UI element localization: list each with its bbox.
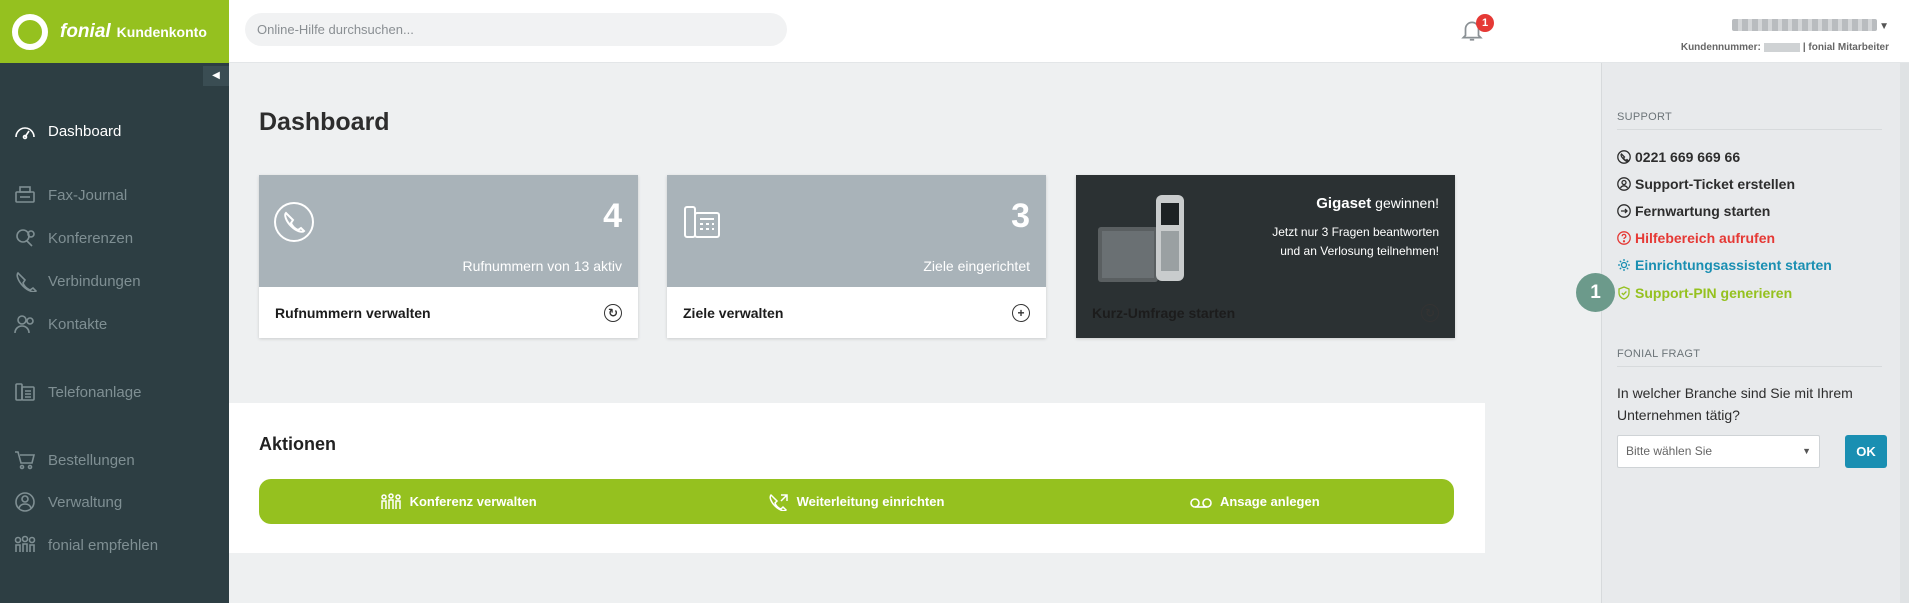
ok-button[interactable]: OK [1845,435,1887,468]
support-pin-link[interactable]: Support-PIN generieren [1617,285,1792,301]
sidebar-item-label: Bestellungen [48,451,135,469]
customer-number: Kundennummer: | fonial Mitarbeiter [1680,42,1889,53]
sidebar-item-verwaltung[interactable]: Verwaltung [12,491,122,513]
brand-name: fonial [60,20,111,42]
user-name-redacted [1732,18,1878,31]
card-action-label: Rufnummern verwalten [275,304,431,321]
sidebar-item-fonial-empfehlen[interactable]: fonial empfehlen [12,534,158,556]
fax-icon [12,184,38,206]
sidebar-item-label: Konferenzen [48,229,134,247]
conference-icon [380,492,401,509]
step-marker-badge: 1 [1576,273,1615,312]
card-phone-numbers: 4 Rufnummern von 13 aktiv Rufnummern ver… [259,175,638,338]
sidebar-item-label: Verbindungen [48,272,141,290]
arrow-circle-icon: ↻ [1421,303,1439,322]
support-heading: SUPPORT [1617,111,1882,130]
phone-circle-icon [274,202,314,242]
admin-icon [12,491,38,513]
sidebar-item-telefonanlage[interactable]: Telefonanlage [12,381,141,403]
fonial-logo-icon [12,13,48,50]
sidebar-item-label: Telefonanlage [48,383,142,401]
manage-numbers-link[interactable]: Rufnummern verwalten ↻ [259,287,638,338]
start-survey-link[interactable]: Kurz-Umfrage starten ↻ [1076,287,1455,338]
user-circle-icon [1617,177,1631,191]
desk-phone-icon [684,206,720,238]
sidebar-item-label: Kontakte [48,315,108,333]
notification-badge: 1 [1476,14,1494,32]
voicemail-icon [1190,497,1212,508]
support-phone-link[interactable]: 0221 669 669 66 [1617,149,1740,165]
actions-bar: Konferenz verwalten Weiterleitung einric… [259,479,1454,524]
page-title: Dashboard [259,108,390,136]
forward-call-icon [769,493,788,511]
active-numbers-count: 4 [603,197,622,235]
setup-forwarding-button[interactable]: Weiterleitung einrichten [657,493,1055,511]
sidebar-item-kontakte[interactable]: Kontakte [12,313,107,335]
create-announcement-button[interactable]: Ansage anlegen [1056,494,1454,509]
sidebar-item-bestellungen[interactable]: Bestellungen [12,449,135,471]
setup-wizard-link[interactable]: Einrichtungsassistent starten [1617,257,1832,273]
card-subtitle: Rufnummern von 13 aktiv [462,258,622,274]
gear-icon [1618,259,1630,271]
gigaset-phone-image [1098,195,1184,282]
sidebar-item-fax-journal[interactable]: Fax-Journal [12,184,127,206]
sidebar-item-label: fonial empfehlen [48,536,159,554]
chevron-down-icon: ▼ [1879,21,1889,32]
phone-icon [1617,150,1631,164]
shield-icon [1618,286,1630,300]
sidebar-item-verbindungen[interactable]: Verbindungen [12,270,141,292]
scrollbar[interactable] [1900,63,1909,603]
plus-circle-icon: + [1012,303,1030,322]
card-subtitle: Ziele eingerichtet [923,258,1030,274]
connections-icon [12,270,38,292]
conference-icon [12,227,38,249]
actions-panel [229,403,1485,553]
question-heading: FONIAL FRAGT [1617,348,1882,367]
arrow-circle-icon: ↻ [604,303,622,322]
promo-text: Jetzt nur 3 Fragen beantworten und an Ve… [1272,225,1439,258]
remote-maintenance-link[interactable]: Fernwartung starten [1617,203,1770,219]
brand-subtitle: Kundenkonto [116,23,207,40]
card-action-label: Kurz-Umfrage starten [1092,304,1236,321]
contacts-icon [12,313,38,335]
survey-question: In welcher Branche sind Sie mit Ihrem Un… [1617,385,1853,423]
manage-conference-button[interactable]: Konferenz verwalten [259,492,657,511]
phone-system-icon [12,381,38,403]
collapse-sidebar-button[interactable]: ◀ [203,66,229,86]
sidebar-item-label: Verwaltung [48,493,123,511]
targets-count: 3 [1011,197,1030,235]
sidebar-item-konferenzen[interactable]: Konferenzen [12,227,133,249]
remote-support-icon [1617,204,1631,218]
help-icon [1617,231,1631,245]
brand-logo[interactable]: fonial Kundenkonto [0,0,229,63]
manage-targets-link[interactable]: Ziele verwalten + [667,287,1046,338]
main-footer-area [229,553,1601,603]
customer-id-redacted [1763,42,1800,52]
sidebar-item-label: Fax-Journal [48,186,128,204]
card-targets: 3 Ziele eingerichtet Ziele verwalten + [667,175,1046,338]
actions-title: Aktionen [259,434,337,454]
help-search-input[interactable] [245,13,787,46]
industry-select[interactable]: Bitte wählen Sie ▼ [1617,435,1820,468]
dashboard-icon [12,120,38,142]
recommend-icon [12,534,38,556]
sidebar-item-label: Dashboard [48,122,122,140]
right-sidebar [1601,63,1909,603]
cart-icon [12,449,38,471]
promo-title: Gigaset gewinnen! [1316,195,1439,212]
sidebar-item-dashboard[interactable]: Dashboard [12,120,121,142]
chevron-down-icon: ▼ [1802,446,1811,456]
help-area-link[interactable]: Hilfebereich aufrufen [1617,230,1775,246]
top-bar: fonial Kundenkonto 1 ▼ Kundennummer:| fo… [0,0,1909,63]
card-action-label: Ziele verwalten [683,304,784,321]
support-ticket-link[interactable]: Support-Ticket erstellen [1617,176,1795,192]
user-menu[interactable]: ▼ Kundennummer: | fonial Mitarbeiter [1681,16,1889,53]
card-survey-promo: Gigaset gewinnen! Jetzt nur 3 Fragen bea… [1076,175,1455,338]
